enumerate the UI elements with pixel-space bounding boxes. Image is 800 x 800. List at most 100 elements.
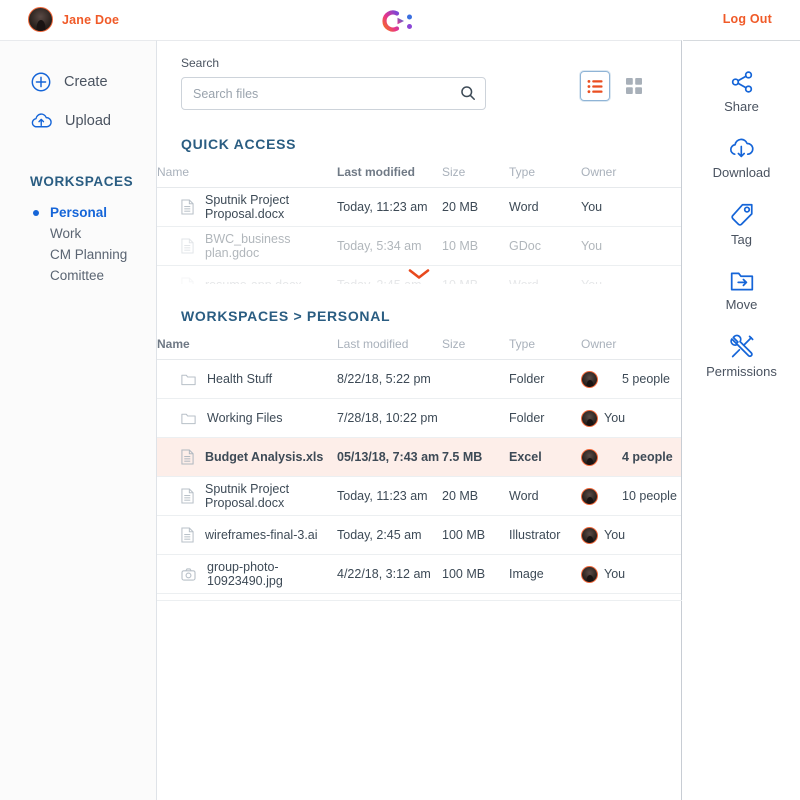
document-icon [181, 199, 194, 215]
file-size: 7.5 MB [442, 437, 509, 477]
table-row[interactable]: Health Stuff 8/22/18, 5:22 pm Folder 5 p… [157, 359, 681, 399]
permissions-label: Permissions [706, 364, 777, 379]
sidebar-item-cm-planning[interactable]: CM Planning [50, 244, 156, 265]
file-type: GDoc [509, 226, 581, 266]
file-owner: You [581, 226, 681, 266]
file-name: Working Files [207, 411, 283, 425]
file-owner: You [581, 187, 681, 227]
user-avatar [28, 7, 53, 32]
quick-access-wrapper: Name Last modified Size Type Owner Sputn… [157, 152, 681, 284]
table-header-row: Name Last modified Size Type Owner [157, 337, 681, 360]
table-row[interactable]: Sputnik Project Proposal.docx Today, 11:… [157, 476, 681, 516]
table-row[interactable]: wireframes-final-3.ai Today, 2:45 am 100… [157, 515, 681, 555]
upload-label: Upload [65, 113, 111, 129]
avatar [581, 565, 598, 583]
folder-arrow-icon [729, 269, 755, 293]
column-header-type[interactable]: Type [509, 337, 581, 360]
move-button[interactable]: Move [683, 269, 800, 312]
column-header-modified[interactable]: Last modified [337, 337, 442, 360]
view-toggle-group [580, 71, 649, 101]
file-modified: Today, 2:45 am [337, 515, 442, 555]
workspace-label: CM Planning [50, 247, 128, 262]
brand-logo [380, 8, 420, 34]
table-row[interactable]: Budget Analysis.xls 05/13/18, 7:43 am 7.… [157, 437, 681, 477]
tag-icon [729, 202, 755, 228]
table-row[interactable]: group-photo-10923490.jpg 4/22/18, 3:12 a… [157, 554, 681, 594]
user-name-label: Jane Doe [62, 12, 120, 27]
workspace-files-table: Name Last modified Size Type Owner Healt… [157, 337, 681, 594]
avatar [599, 370, 616, 388]
create-label: Create [64, 74, 108, 90]
avatar-stack [581, 565, 598, 583]
file-size: 10 MB [442, 226, 509, 266]
document-icon [181, 488, 194, 504]
table-row[interactable]: BWC_business plan.gdoc Today, 5:34 am 10… [157, 226, 681, 266]
folder-icon [181, 412, 196, 425]
document-icon [181, 277, 194, 284]
user-profile[interactable]: Jane Doe [28, 7, 119, 32]
left-sidebar: Create Upload WORKSPACES Personal Work C… [0, 40, 157, 800]
file-modified: 4/22/18, 3:12 am [337, 554, 442, 594]
cloud-download-icon [728, 136, 755, 161]
actions-panel: Share Download Tag Move Permissions [683, 40, 800, 800]
file-name: Sputnik Project Proposal.docx [205, 482, 290, 510]
logout-button[interactable]: Log Out [723, 12, 772, 26]
main-content-panel: Search Search files QUICK ACCESS Name La… [157, 40, 682, 800]
workspaces-heading: WORKSPACES [30, 174, 134, 189]
file-name: Health Stuff [207, 372, 273, 386]
download-button[interactable]: Download [683, 136, 800, 180]
file-modified: Today, 11:23 am [337, 476, 442, 516]
file-modified: Today, 5:34 am [337, 226, 442, 266]
image-icon [181, 567, 196, 581]
document-icon [181, 238, 194, 254]
avatar [581, 448, 598, 466]
share-label: Share [724, 99, 759, 114]
app-root: Jane Doe Log Out Create Upload WORKSPACE… [0, 0, 800, 800]
create-button[interactable]: Create [30, 71, 156, 93]
tools-icon [729, 334, 755, 360]
column-header-size[interactable]: Size [442, 165, 509, 188]
file-type: Image [509, 554, 581, 594]
search-input[interactable] [181, 77, 486, 110]
workspace-label: Personal [50, 205, 108, 220]
column-header-owner[interactable]: Owner [581, 165, 681, 188]
file-name: group-photo-10923490.jpg [207, 560, 283, 588]
sidebar-item-comittee[interactable]: Comittee [50, 265, 156, 286]
share-button[interactable]: Share [683, 69, 800, 114]
avatar [581, 370, 598, 388]
file-modified: Today, 11:23 am [337, 187, 442, 227]
file-name: BWC_business plan.gdoc [205, 232, 291, 260]
grid-view-button[interactable] [619, 71, 649, 101]
list-view-button[interactable] [580, 71, 610, 101]
table-row[interactable]: Working Files 7/28/18, 10:22 pm Folder Y… [157, 398, 681, 438]
search-label: Search [181, 56, 220, 70]
document-icon [181, 449, 194, 465]
column-header-name[interactable]: Name [157, 165, 337, 188]
sidebar-item-work[interactable]: Work [50, 223, 156, 244]
avatar [599, 487, 616, 505]
column-header-modified[interactable]: Last modified [337, 165, 442, 188]
file-name: Sputnik Project Proposal.docx [205, 193, 290, 221]
file-modified: 7/28/18, 10:22 pm [337, 398, 442, 438]
column-header-size[interactable]: Size [442, 337, 509, 360]
column-header-type[interactable]: Type [509, 165, 581, 188]
workspaces-list: Personal Work CM Planning Comittee [0, 202, 156, 286]
workspace-label: Comittee [50, 268, 105, 283]
avatar [581, 487, 598, 505]
file-name: Budget Analysis.xls [205, 450, 324, 464]
file-type: Word [509, 187, 581, 227]
tag-button[interactable]: Tag [683, 202, 800, 247]
column-header-name[interactable]: Name [157, 337, 337, 360]
avatar-stack [581, 448, 616, 466]
sidebar-item-personal[interactable]: Personal [50, 202, 156, 223]
file-type: Illustrator [509, 515, 581, 555]
file-type: Folder [509, 398, 581, 438]
permissions-button[interactable]: Permissions [683, 334, 800, 379]
avatar-stack [581, 370, 616, 388]
chevron-down-icon[interactable] [408, 268, 430, 280]
column-header-owner[interactable]: Owner [581, 337, 681, 360]
table-row[interactable]: Sputnik Project Proposal.docx Today, 11:… [157, 187, 681, 227]
quick-access-title: QUICK ACCESS [181, 136, 297, 152]
search-field-wrapper [181, 77, 486, 110]
upload-button[interactable]: Upload [30, 110, 156, 132]
